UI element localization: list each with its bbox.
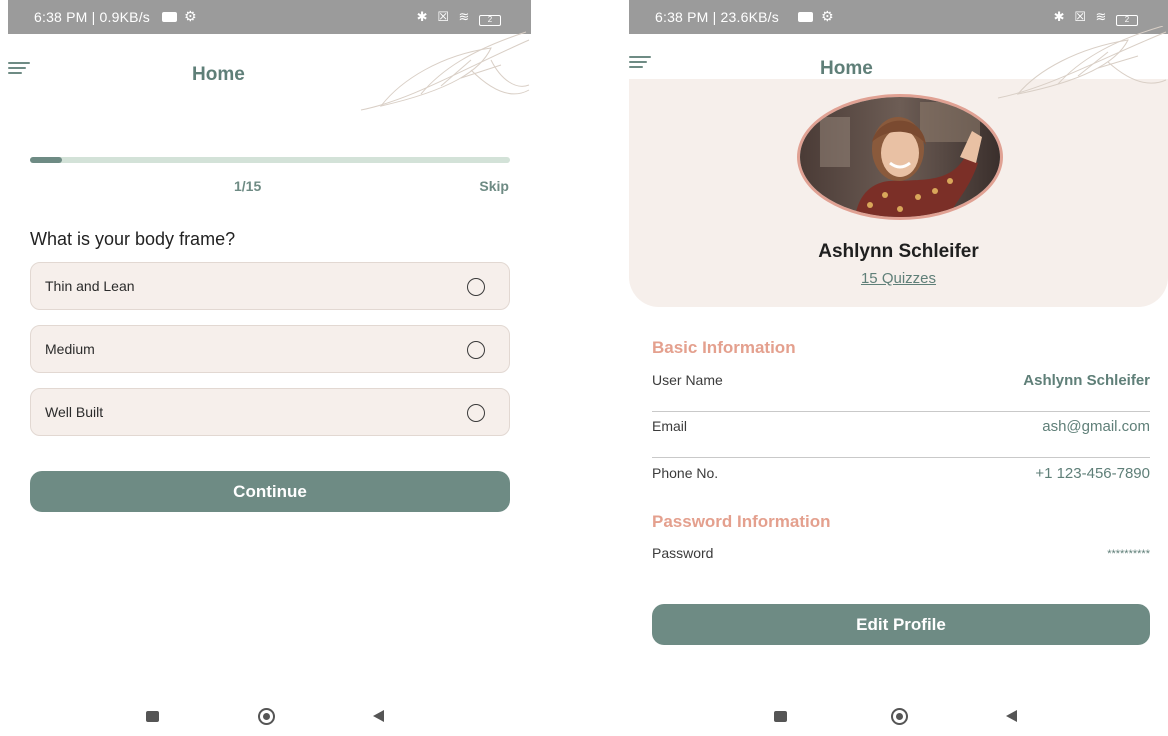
home-icon[interactable] [258,708,275,725]
info-label: User Name [652,372,723,388]
info-label: Email [652,418,688,434]
option-label: Thin and Lean [45,278,135,294]
info-row-phone: Phone No. +1 123-456-7890 [652,465,1150,505]
page-title: Home [820,58,873,79]
leaf-decoration [360,31,530,111]
menu-icon[interactable] [629,56,651,68]
wifi-icon: ≋ [1095,9,1110,24]
sim-icon: ☒ [1074,9,1089,24]
status-time: 6:38 PM | 0.9KB/s [34,9,150,25]
info-value: +1 123-456-7890 [1035,465,1150,482]
leaf-decoration [997,26,1167,99]
profile-screen: 6:38 PM | 23.6KB/s ⚙ ✱ ☒ ≋ 2 Home Ashlyn… [629,0,1168,736]
info-row-password: Password ********** [652,545,1150,585]
avatar-photo [800,97,1000,217]
info-value: Ashlynn Schleifer [1023,372,1150,389]
quiz-count-link[interactable]: 15 Quizzes [861,270,936,287]
status-icons: ✱ ☒ ≋ 2 [417,9,501,26]
radio-icon[interactable] [467,341,485,359]
youtube-icon [798,12,813,22]
info-value: ********** [1107,548,1150,560]
battery-icon: 2 [1116,15,1138,26]
info-value: ash@gmail.com [1042,418,1150,435]
back-icon[interactable] [373,710,384,722]
recent-apps-icon[interactable] [774,711,787,722]
option-label: Medium [45,341,95,357]
info-label: Phone No. [652,465,719,481]
radio-icon[interactable] [467,404,485,422]
option-well-built[interactable]: Well Built [30,388,510,436]
question-text: What is your body frame? [30,229,236,249]
battery-icon: 2 [479,15,501,26]
sim-icon: ☒ [437,9,452,24]
info-row-username: User Name Ashlynn Schleifer [652,372,1150,412]
settings-icon: ⚙ [821,8,834,24]
profile-name: Ashlynn Schleifer [818,241,979,262]
progress-bar [30,157,510,163]
progress-fill [30,157,63,163]
basic-info-title: Basic Information [652,338,796,357]
back-icon[interactable] [1006,710,1017,722]
bluetooth-icon: ✱ [1053,9,1068,24]
settings-icon: ⚙ [184,8,197,24]
continue-button[interactable]: Continue [30,471,510,512]
status-time: 6:38 PM | 23.6KB/s [655,9,779,25]
quiz-count-container: 15 Quizzes [629,270,1168,287]
progress-count: 1/15 [234,178,262,194]
recent-apps-icon[interactable] [146,711,159,722]
bluetooth-icon: ✱ [416,9,431,24]
youtube-icon [162,12,177,22]
wifi-icon: ≋ [458,9,473,24]
home-icon[interactable] [891,708,908,725]
page-title: Home [192,64,245,85]
option-thin-and-lean[interactable]: Thin and Lean [30,262,510,310]
system-nav-bar [8,700,531,736]
option-label: Well Built [45,404,104,420]
status-bar: 6:38 PM | 0.9KB/s ⚙ ✱ ☒ ≋ 2 [8,0,531,34]
info-row-email: Email ash@gmail.com [652,418,1150,458]
edit-profile-button[interactable]: Edit Profile [652,604,1150,645]
menu-icon[interactable] [8,62,30,74]
avatar[interactable] [797,94,1003,220]
status-icons: ✱ ☒ ≋ 2 [1054,9,1138,26]
quiz-screen: 6:38 PM | 0.9KB/s ⚙ ✱ ☒ ≋ 2 Home 1/15 Sk… [8,0,531,736]
radio-icon[interactable] [467,278,485,296]
option-medium[interactable]: Medium [30,325,510,373]
skip-button[interactable]: Skip [479,178,509,194]
password-info-title: Password Information [652,512,831,531]
info-label: Password [652,545,714,561]
system-nav-bar [629,700,1168,736]
